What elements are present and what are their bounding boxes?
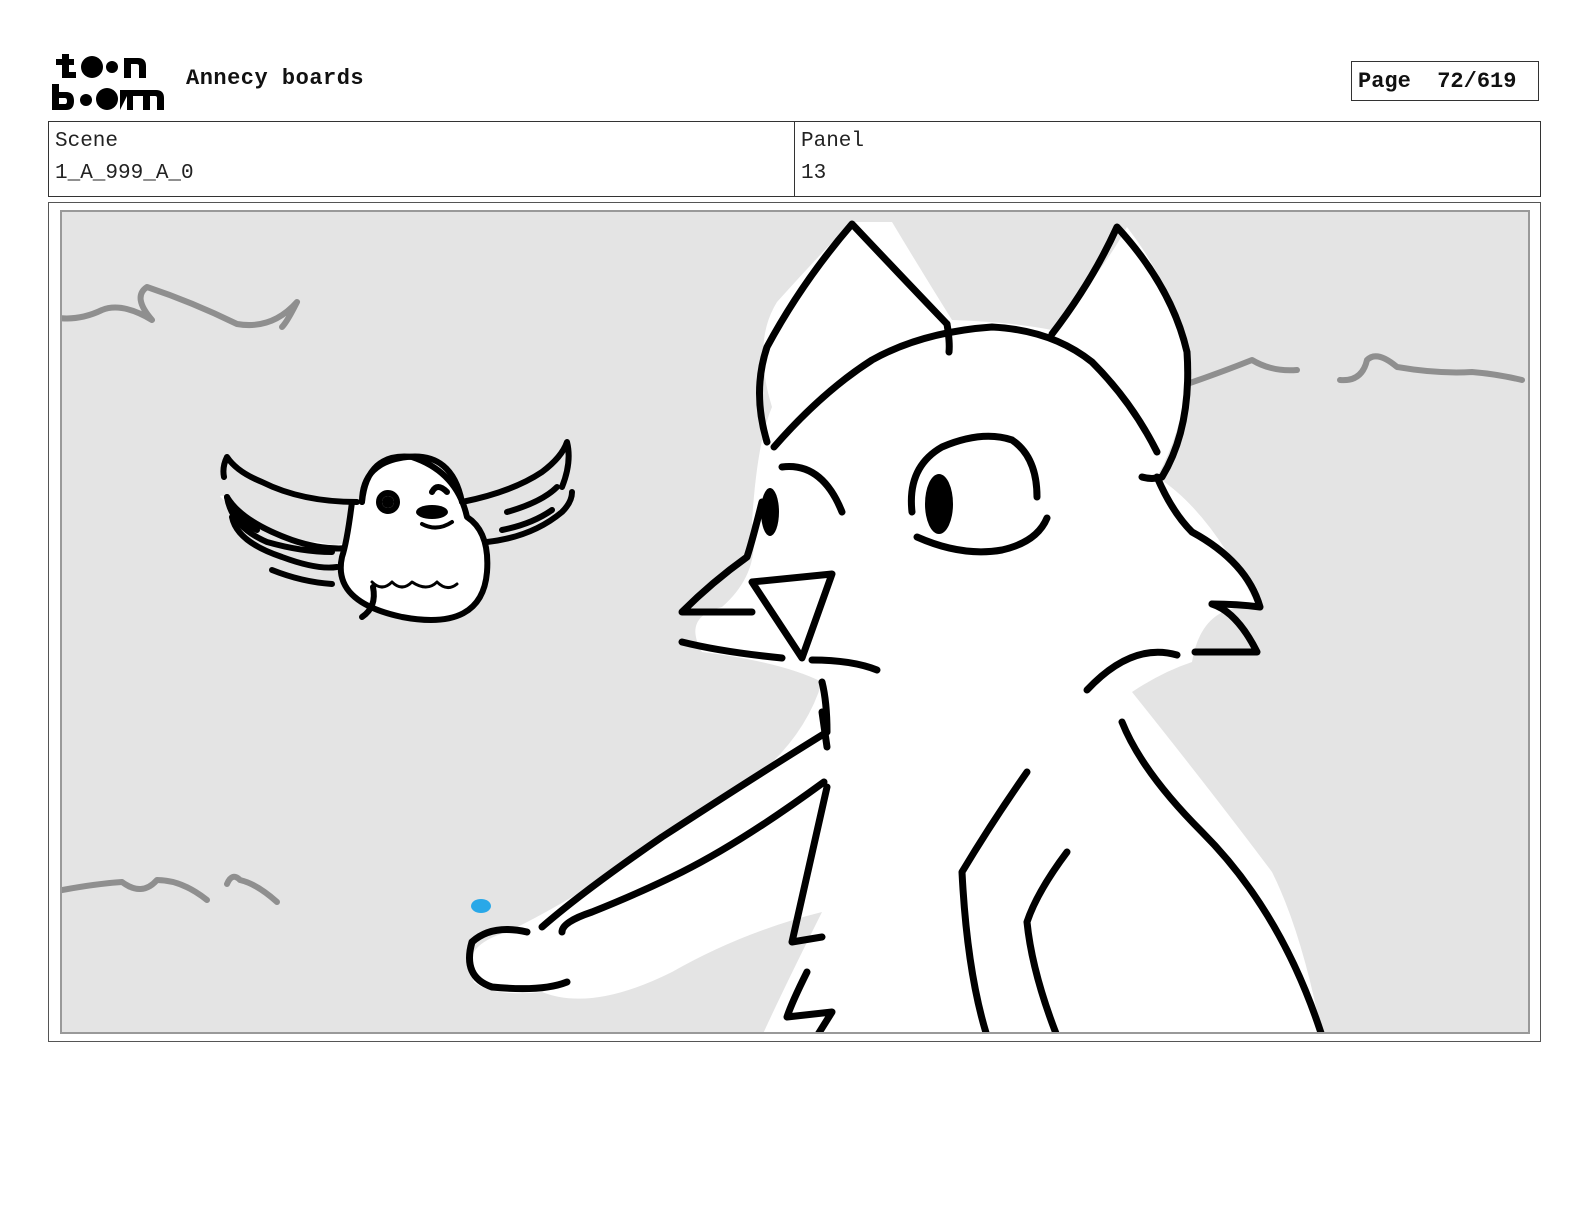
fox-icon bbox=[466, 220, 1325, 1032]
panel-label: Panel bbox=[801, 130, 865, 153]
scene-cell: Scene 1_A_999_A_0 bbox=[49, 122, 794, 196]
page-indicator: Page 72/619 bbox=[1351, 61, 1539, 101]
bird-icon bbox=[220, 439, 575, 623]
project-title: Annecy boards bbox=[186, 66, 365, 91]
storyboard-panel bbox=[60, 210, 1530, 1034]
panel-value: 13 bbox=[801, 162, 827, 185]
page-number: 72/619 bbox=[1437, 68, 1517, 94]
scene-value: 1_A_999_A_0 bbox=[55, 162, 194, 185]
toon-boom-logo bbox=[52, 54, 164, 110]
blue-accent-dot bbox=[471, 899, 491, 913]
scene-label: Scene bbox=[55, 130, 119, 153]
scene-panel-info: Scene 1_A_999_A_0 Panel 13 bbox=[48, 121, 1541, 197]
panel-cell: Panel 13 bbox=[794, 122, 1540, 196]
storyboard-drawing bbox=[62, 220, 1525, 1032]
page-label: Page bbox=[1358, 68, 1411, 94]
